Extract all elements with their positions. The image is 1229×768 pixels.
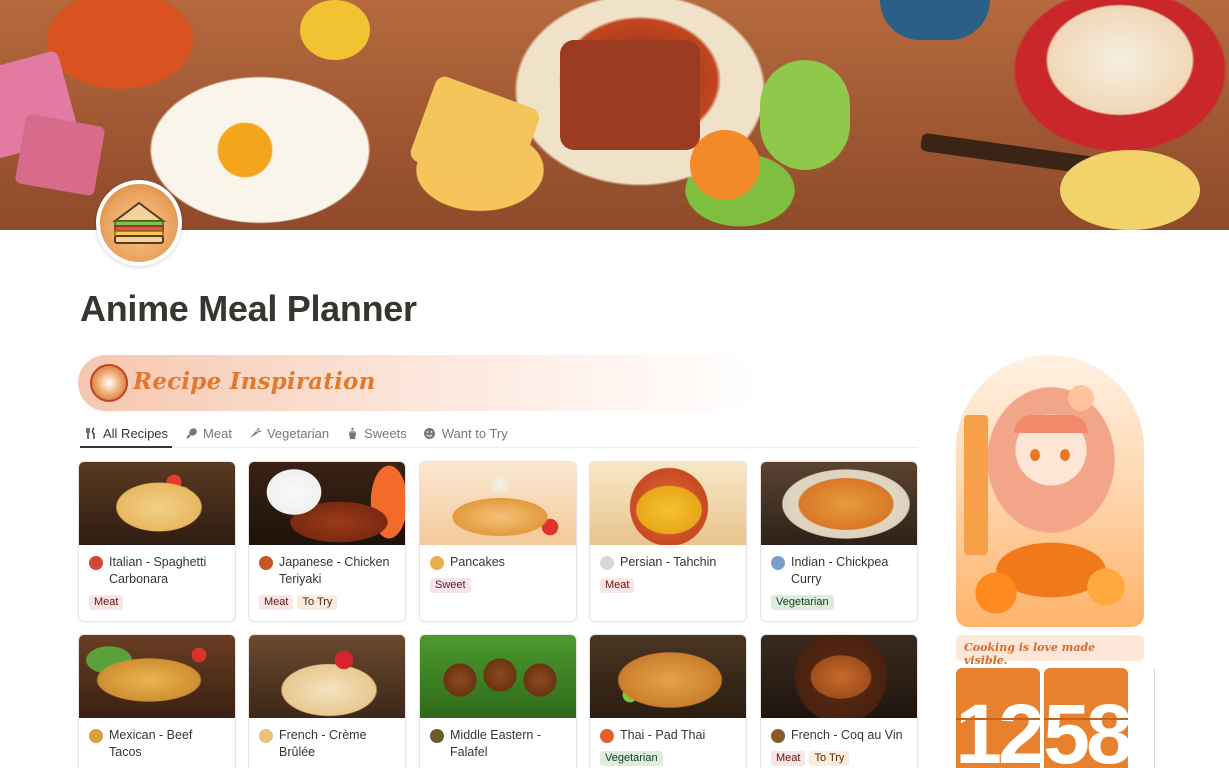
recipe-image (249, 462, 405, 545)
tab-sweets[interactable]: Sweets (341, 420, 411, 447)
tag-vegetarian: Vegetarian (600, 751, 663, 766)
clock-minutes: 58 (1044, 668, 1128, 768)
tab-all-recipes[interactable]: All Recipes (80, 420, 173, 448)
recipe-card[interactable]: French - Crème Brûlée (248, 634, 406, 768)
recipe-card[interactable]: Mexican - Beef Tacos (78, 634, 236, 768)
recipe-title: French - Crème Brûlée (279, 728, 367, 759)
recipe-title: Pancakes (450, 555, 505, 569)
recipe-image (761, 462, 917, 545)
anime-girl-illustration (956, 355, 1144, 627)
fork-knife-icon (84, 426, 98, 440)
flip-clock: 12 58 (956, 668, 1156, 768)
recipe-image (590, 462, 746, 545)
tab-label: Sweets (364, 426, 407, 441)
recipe-image (761, 635, 917, 718)
recipe-title: Mexican - Beef Tacos (109, 728, 193, 759)
tag-meat: Meat (89, 595, 124, 610)
recipe-card[interactable]: Persian - Tahchin Meat (589, 461, 747, 622)
cover-image (0, 0, 1229, 230)
clock-hours: 12 (956, 668, 1040, 768)
tab-label: Want to Try (441, 426, 508, 441)
tab-vegetarian[interactable]: Vegetarian (244, 420, 333, 447)
recipe-title: Italian - Spaghetti Carbonara (109, 555, 207, 586)
cupcake-icon (345, 427, 359, 441)
drumstick-emoji-icon (259, 556, 273, 570)
recipe-card[interactable]: Italian - Spaghetti Carbonara Meat (78, 461, 236, 622)
recipe-image (79, 462, 235, 545)
tab-label: All Recipes (103, 425, 169, 441)
tab-meat[interactable]: Meat (180, 420, 236, 447)
tag-vegetarian: Vegetarian (771, 595, 834, 610)
pancake-emoji-icon (430, 556, 444, 570)
taco-emoji-icon (89, 729, 103, 743)
meat-emoji-icon (89, 556, 103, 570)
section-title: Recipe Inspiration (133, 368, 376, 395)
recipe-title: Persian - Tahchin (620, 555, 717, 569)
tag-meat: Meat (600, 578, 635, 593)
recipe-title: Japanese - Chicken Teriyaki (279, 555, 390, 586)
recipe-card[interactable]: Thai - Pad Thai Vegetarian (589, 634, 747, 768)
tag-meat: Meat (771, 751, 806, 766)
divider (1154, 668, 1155, 768)
falafel-emoji-icon (430, 729, 444, 743)
recipe-title: Indian - Chickpea Curry (791, 555, 889, 586)
noodle-emoji-icon (600, 729, 614, 743)
recipe-card[interactable]: Indian - Chickpea Curry Vegetarian (760, 461, 918, 622)
quote-banner: Cooking is love made visible. (956, 635, 1144, 667)
recipe-card[interactable]: Japanese - Chicken Teriyaki Meat To Try (248, 461, 406, 622)
recipe-card[interactable]: Pancakes Sweet (419, 461, 577, 622)
view-tabs: All Recipes Meat Vegetarian Sweets Want … (80, 420, 918, 448)
tag-to-try: To Try (297, 595, 338, 610)
ramen-bowl-icon (90, 364, 128, 402)
recipe-image (420, 462, 576, 545)
recipe-title: French - Coq au Vin (791, 728, 903, 742)
tab-label: Vegetarian (266, 426, 330, 441)
tab-want-to-try[interactable]: Want to Try (419, 420, 512, 447)
smile-icon (423, 427, 437, 441)
tag-sweet: Sweet (430, 578, 471, 593)
carrot-icon (248, 427, 262, 441)
tag-to-try: To Try (809, 751, 850, 766)
curry-emoji-icon (771, 556, 785, 570)
rice-emoji-icon (600, 556, 614, 570)
recipe-image (249, 635, 405, 718)
recipe-image (420, 635, 576, 718)
tab-label: Meat (203, 426, 232, 441)
recipe-card[interactable]: Middle Eastern - Falafel (419, 634, 577, 768)
recipe-image (79, 635, 235, 718)
custard-emoji-icon (259, 729, 273, 743)
stew-emoji-icon (771, 729, 785, 743)
recipe-title: Middle Eastern - Falafel (450, 728, 542, 759)
recipe-image (590, 635, 746, 718)
recipe-card[interactable]: French - Coq au Vin Meat To Try (760, 634, 918, 768)
tag-meat: Meat (259, 595, 294, 610)
page-title: Anime Meal Planner (80, 288, 417, 329)
recipe-title: Thai - Pad Thai (620, 728, 706, 742)
sandwich-icon[interactable] (96, 180, 182, 266)
drumstick-icon (184, 427, 198, 441)
